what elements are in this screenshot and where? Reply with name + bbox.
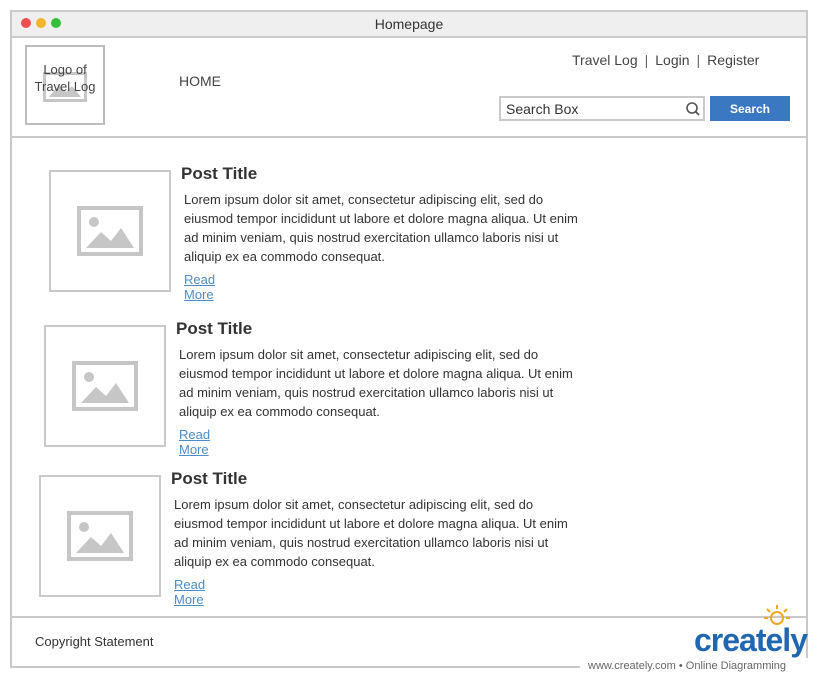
link-separator: | bbox=[644, 52, 649, 68]
post-excerpt: Lorem ipsum dolor sit amet, consectetur … bbox=[184, 192, 578, 264]
image-placeholder-icon bbox=[77, 206, 143, 256]
window-title: Homepage bbox=[374, 16, 444, 32]
logo-label: Logo of Travel Log bbox=[34, 62, 96, 94]
image-placeholder-icon bbox=[67, 511, 133, 561]
post-excerpt: Lorem ipsum dolor sit amet, consectetur … bbox=[174, 497, 568, 569]
read-more-link[interactable]: Read More bbox=[184, 272, 215, 302]
search-icon bbox=[686, 102, 700, 116]
link-separator: | bbox=[696, 52, 701, 68]
search-box[interactable] bbox=[499, 96, 705, 121]
login-link[interactable]: Login bbox=[655, 52, 689, 68]
creately-url[interactable]: www.creately.com • Online Diagramming bbox=[588, 660, 786, 672]
register-link[interactable]: Register bbox=[707, 52, 759, 68]
creately-logo[interactable]: creately bbox=[694, 624, 808, 656]
post-title[interactable]: Post Title bbox=[181, 164, 257, 184]
search-input[interactable] bbox=[506, 100, 676, 118]
post-excerpt: Lorem ipsum dolor sit amet, consectetur … bbox=[179, 347, 573, 419]
post-title[interactable]: Post Title bbox=[176, 319, 252, 339]
site-logo[interactable]: Logo of Travel Log bbox=[25, 45, 105, 125]
read-more-link[interactable]: Read More bbox=[174, 577, 205, 607]
site-header: Logo of Travel Log HOME Travel Log | Login… bbox=[12, 38, 806, 138]
top-links: Travel Log | Login | Register bbox=[572, 52, 759, 68]
post-title[interactable]: Post Title bbox=[171, 469, 247, 489]
travel-log-link[interactable]: Travel Log bbox=[572, 52, 638, 68]
read-more-link[interactable]: Read More bbox=[179, 427, 210, 457]
browser-window: Homepage Logo of Travel Log HOME Travel … bbox=[10, 10, 808, 668]
copyright-statement: Copyright Statement bbox=[35, 634, 154, 649]
post-thumbnail[interactable] bbox=[44, 325, 166, 447]
post-thumbnail[interactable] bbox=[49, 170, 171, 292]
search-button[interactable]: Search bbox=[710, 96, 790, 121]
post-thumbnail[interactable] bbox=[39, 475, 161, 597]
image-placeholder-icon bbox=[72, 361, 138, 411]
nav-home-link[interactable]: HOME bbox=[179, 73, 221, 89]
title-bar: Homepage bbox=[12, 12, 806, 38]
footer-divider bbox=[12, 616, 806, 618]
